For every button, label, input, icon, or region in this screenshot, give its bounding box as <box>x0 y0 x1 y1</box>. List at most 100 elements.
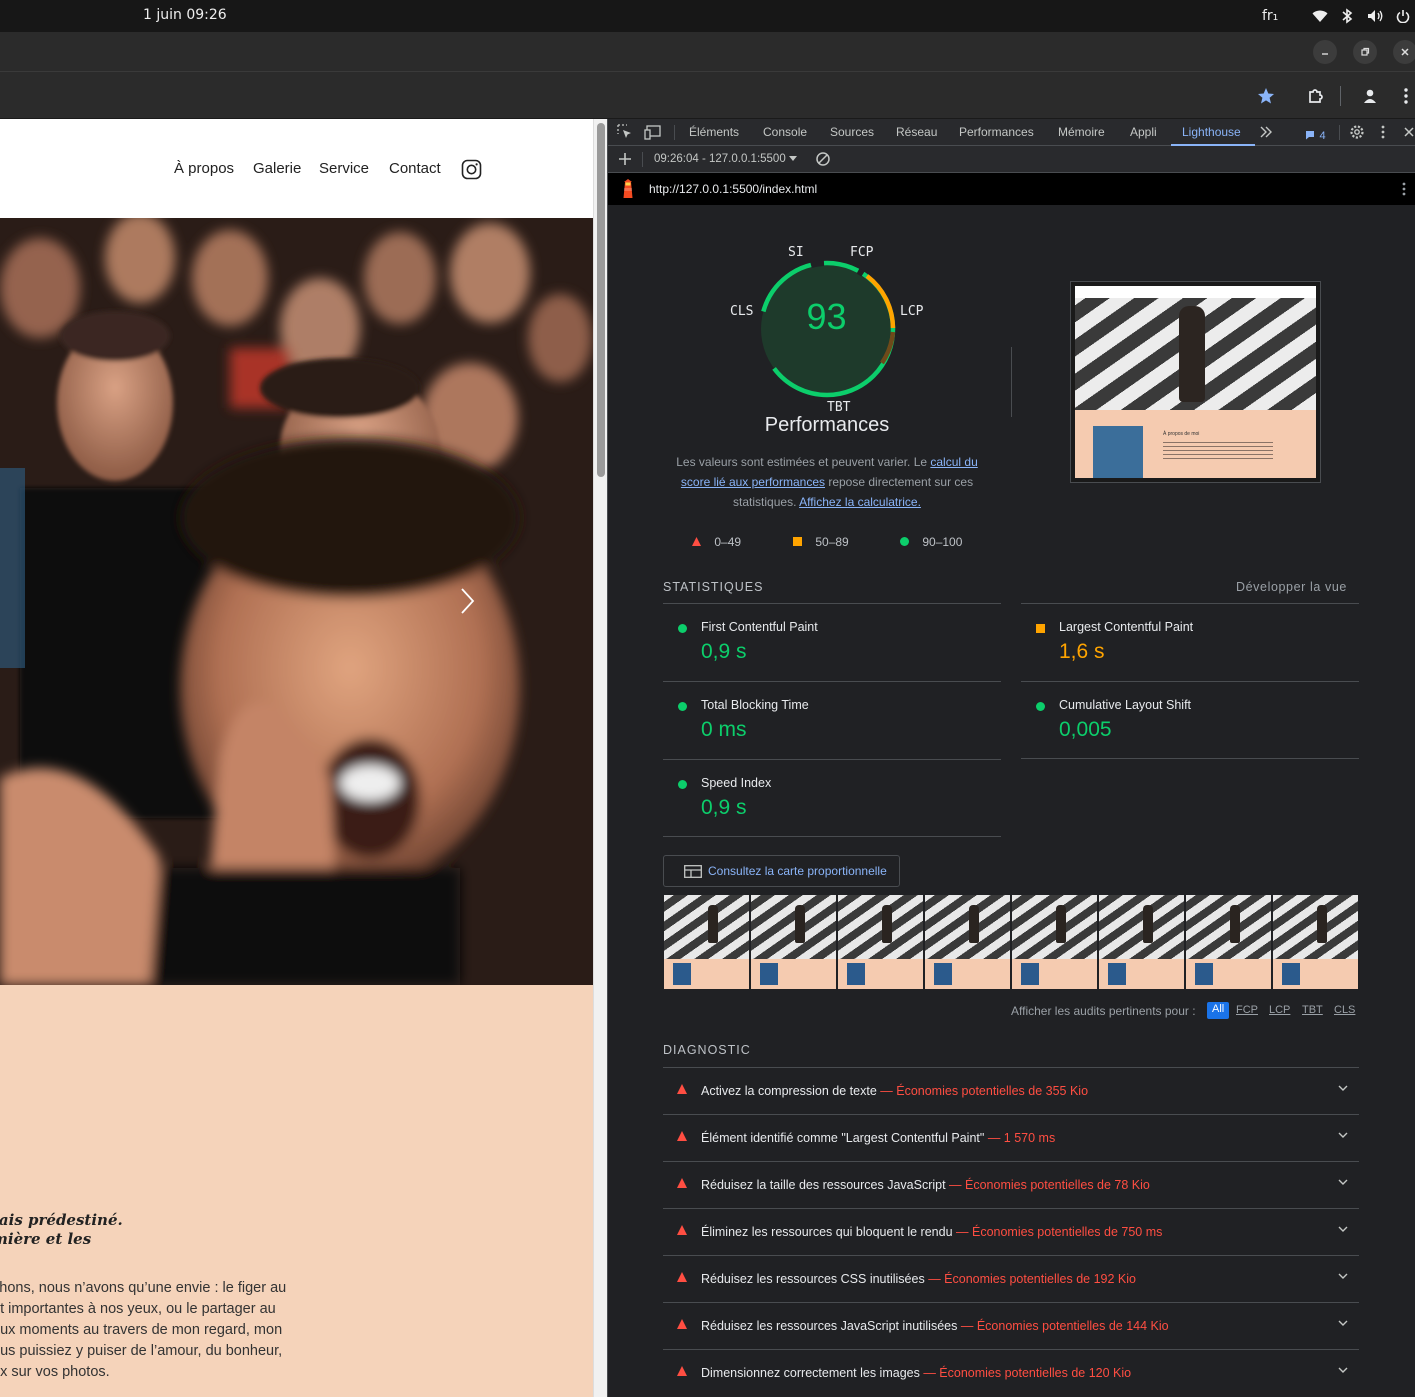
close-devtools-icon[interactable] <box>1403 125 1415 144</box>
filter-fcp[interactable]: FCP <box>1236 1004 1258 1016</box>
volume-icon[interactable] <box>1366 6 1386 26</box>
toolbar-separator <box>642 152 643 167</box>
tab-console[interactable]: Console <box>763 125 807 139</box>
fail-triangle-icon <box>677 1319 687 1329</box>
filter-all[interactable]: All <box>1207 1002 1230 1019</box>
calculator-link[interactable]: Affichez la calculatrice. <box>799 495 921 509</box>
fail-triangle-icon <box>677 1178 687 1188</box>
tab-sources[interactable]: Sources <box>830 125 874 139</box>
issues-count: 4 <box>1319 130 1326 142</box>
audit-row[interactable]: Réduisez la taille des ressources JavaSc… <box>663 1161 1359 1208</box>
minimize-window-button[interactable] <box>1313 40 1337 64</box>
clear-reports-icon[interactable] <box>815 151 831 172</box>
filter-lcp[interactable]: LCP <box>1269 1004 1290 1016</box>
instagram-icon[interactable] <box>461 159 482 185</box>
legend-pass-label: 90–100 <box>922 535 963 549</box>
tab-elements[interactable]: Éléments <box>689 125 739 139</box>
gauge-divider <box>1011 347 1012 417</box>
restore-window-button[interactable] <box>1353 40 1377 64</box>
devtools-menu-icon[interactable] <box>1381 125 1385 144</box>
expand-view-toggle[interactable]: Développer la vue <box>1236 580 1347 594</box>
metric-si: Speed Index 0,9 s <box>663 759 1001 837</box>
audit-row[interactable]: Élément identifié comme "Largest Content… <box>663 1114 1359 1161</box>
os-clock[interactable]: 1 juin 09:26 <box>143 7 227 23</box>
issues-badge[interactable]: 4 <box>1305 127 1326 145</box>
audit-row[interactable]: Dimensionnez correctement les images — É… <box>663 1349 1359 1396</box>
thumb-hero-figure <box>1179 306 1205 402</box>
tab-memory[interactable]: Mémoire <box>1058 125 1105 139</box>
new-report-plus-icon[interactable] <box>618 152 632 171</box>
metric-fcp: First Contentful Paint 0,9 s <box>663 603 1001 681</box>
treemap-button[interactable]: Consultez la carte proportionnelle <box>663 855 900 887</box>
audit-title: Réduisez la taille des ressources JavaSc… <box>701 1178 946 1192</box>
audit-row[interactable]: Réduisez les ressources JavaScript inuti… <box>663 1302 1359 1349</box>
audit-saving: — Économies potentielles de 750 ms <box>956 1225 1163 1239</box>
tab-performance[interactable]: Performances <box>959 125 1034 139</box>
metric-value: 0,005 <box>1059 718 1112 741</box>
nav-link-about[interactable]: À propos <box>174 160 234 177</box>
fail-triangle-icon <box>677 1366 687 1376</box>
audit-row[interactable]: Éliminez les ressources qui bloquent le … <box>663 1208 1359 1255</box>
bookmark-star-icon[interactable] <box>1254 84 1278 108</box>
report-selector[interactable]: 09:26:04 - 127.0.0.1:5500 <box>654 153 797 165</box>
nav-link-gallery[interactable]: Galerie <box>253 160 301 177</box>
page-scrollbar[interactable] <box>593 119 607 1397</box>
filter-cls[interactable]: CLS <box>1334 1004 1355 1016</box>
legend-pass: 90–100 <box>900 535 962 549</box>
metric-tbt: Total Blocking Time 0 ms <box>663 681 1001 759</box>
metric-name: Cumulative Layout Shift <box>1059 698 1192 712</box>
tab-application[interactable]: Appli <box>1130 125 1157 139</box>
filmstrip-frame <box>1012 895 1098 989</box>
close-window-button[interactable] <box>1393 40 1415 64</box>
nav-link-contact[interactable]: Contact <box>389 160 441 177</box>
settings-gear-icon[interactable] <box>1349 124 1365 145</box>
lighthouse-logo-icon <box>620 179 636 204</box>
filmstrip-frame <box>1099 895 1185 989</box>
legend-average: 50–89 <box>793 535 849 549</box>
audit-title: Activez la compression de texte <box>701 1084 877 1098</box>
audit-saving: — Économies potentielles de 192 Kio <box>928 1272 1136 1286</box>
audit-filter-label: Afficher les audits pertinents pour : <box>1011 1004 1196 1018</box>
average-square-icon <box>1036 624 1045 633</box>
tab-lighthouse[interactable]: Lighthouse <box>1182 125 1241 139</box>
audit-title: Dimensionnez correctement les images <box>701 1366 920 1380</box>
inspect-element-icon[interactable] <box>617 124 633 145</box>
keyboard-layout-indicator[interactable]: fr₁ <box>1262 8 1278 24</box>
site-navigation: À propos Galerie Service Contact <box>0 119 593 218</box>
report-selector-label: 09:26:04 - 127.0.0.1:5500 <box>654 153 786 165</box>
gauge-label-cls: CLS <box>730 304 754 319</box>
page-scrollbar-thumb[interactable] <box>597 123 605 477</box>
audit-row[interactable]: Activez la compression de texte — Économ… <box>663 1067 1359 1114</box>
gauge-label-si: SI <box>788 245 804 260</box>
audit-title: Élément identifié comme "Largest Content… <box>701 1131 985 1145</box>
more-tabs-chevron-icon[interactable] <box>1259 125 1273 144</box>
expand-chevron-icon <box>1338 1085 1348 1091</box>
nav-link-service[interactable]: Service <box>319 160 369 177</box>
report-menu-icon[interactable] <box>1402 182 1406 201</box>
expand-chevron-icon <box>1338 1367 1348 1373</box>
browser-menu-icon[interactable] <box>1394 84 1415 108</box>
lighthouse-url-bar: http://127.0.0.1:5500/index.html <box>608 173 1415 205</box>
device-toolbar-icon[interactable] <box>644 124 662 145</box>
tab-network[interactable]: Réseau <box>896 125 937 139</box>
pass-circle-icon <box>678 702 687 711</box>
tab-separator <box>674 125 675 140</box>
filmstrip-frame <box>838 895 924 989</box>
bluetooth-icon[interactable] <box>1337 6 1357 26</box>
about-quote: tais prédestiné. mière et les <box>0 1211 123 1248</box>
hero-image-crowd-photo <box>0 218 593 985</box>
extensions-puzzle-icon[interactable] <box>1304 84 1328 108</box>
power-icon[interactable] <box>1393 6 1413 26</box>
legend-fail-label: 0–49 <box>714 535 742 549</box>
carousel-next-chevron-icon[interactable] <box>457 586 477 621</box>
metric-cls: Cumulative Layout Shift 0,005 <box>1021 681 1359 759</box>
pass-circle-icon <box>1036 702 1045 711</box>
fail-triangle-icon <box>677 1272 687 1282</box>
treemap-icon <box>684 865 702 878</box>
wifi-icon[interactable] <box>1310 6 1330 26</box>
profile-avatar-icon[interactable] <box>1358 84 1382 108</box>
filter-tbt[interactable]: TBT <box>1302 1004 1323 1016</box>
fail-triangle-icon <box>677 1225 687 1235</box>
filmstrip-frame <box>1273 895 1359 989</box>
audit-row[interactable]: Réduisez les ressources CSS inutilisées … <box>663 1255 1359 1302</box>
